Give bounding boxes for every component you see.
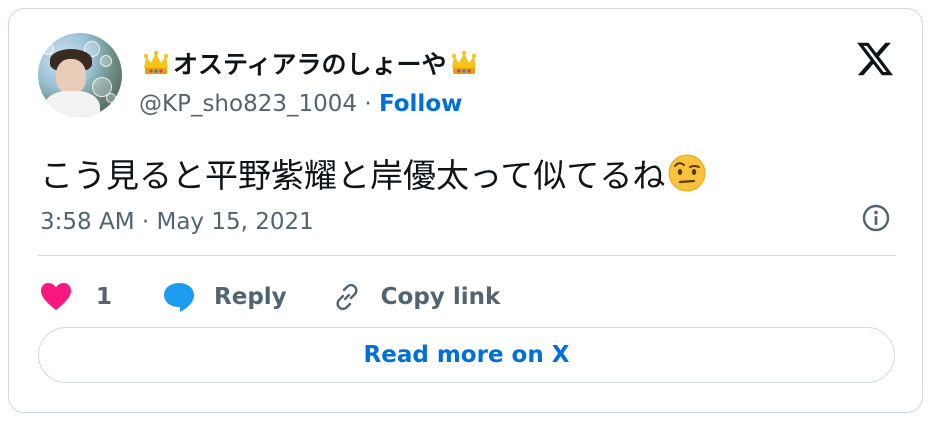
- author-avatar[interactable]: [38, 33, 122, 117]
- reply-button[interactable]: Reply: [162, 281, 287, 313]
- heart-icon: [41, 283, 71, 310]
- author-handle[interactable]: @KP_sho823_1004: [139, 91, 357, 117]
- face-with-raised-eyebrow-icon: [668, 154, 706, 192]
- info-icon[interactable]: [860, 202, 892, 234]
- tweet-body: こう見ると平野紫耀と岸優太って似てるね: [40, 156, 666, 195]
- copy-link-label: Copy link: [380, 284, 501, 310]
- tweet-card: オスティアラのしょーや @KP_sho823_1004 · Follow こう見…: [8, 8, 923, 413]
- like-button[interactable]: 1: [40, 282, 112, 312]
- tweet-text: こう見ると平野紫耀と岸優太って似てるね: [40, 149, 707, 197]
- display-name-text: オスティアラのしょーや: [173, 50, 447, 79]
- author-handle-line: @KP_sho823_1004 · Follow: [139, 91, 462, 117]
- read-more-button[interactable]: Read more on X: [38, 327, 895, 383]
- crown-icon: [143, 50, 169, 74]
- copy-link-button[interactable]: Copy link: [331, 281, 501, 313]
- reply-bubble-icon: [164, 283, 195, 312]
- x-logo-icon[interactable]: [855, 39, 895, 79]
- follow-button[interactable]: Follow: [379, 91, 462, 117]
- like-count: 1: [96, 284, 113, 310]
- author-display-name[interactable]: オスティアラのしょーや: [139, 45, 481, 81]
- handle-separator: ·: [364, 91, 372, 117]
- tweet-timestamp[interactable]: 3:58 AM · May 15, 2021: [40, 209, 314, 235]
- link-icon: [336, 283, 358, 311]
- tweet-actions: 1 Reply Copy link: [40, 277, 500, 317]
- crown-icon: [451, 50, 476, 74]
- divider: [38, 255, 895, 256]
- reply-label: Reply: [214, 284, 287, 310]
